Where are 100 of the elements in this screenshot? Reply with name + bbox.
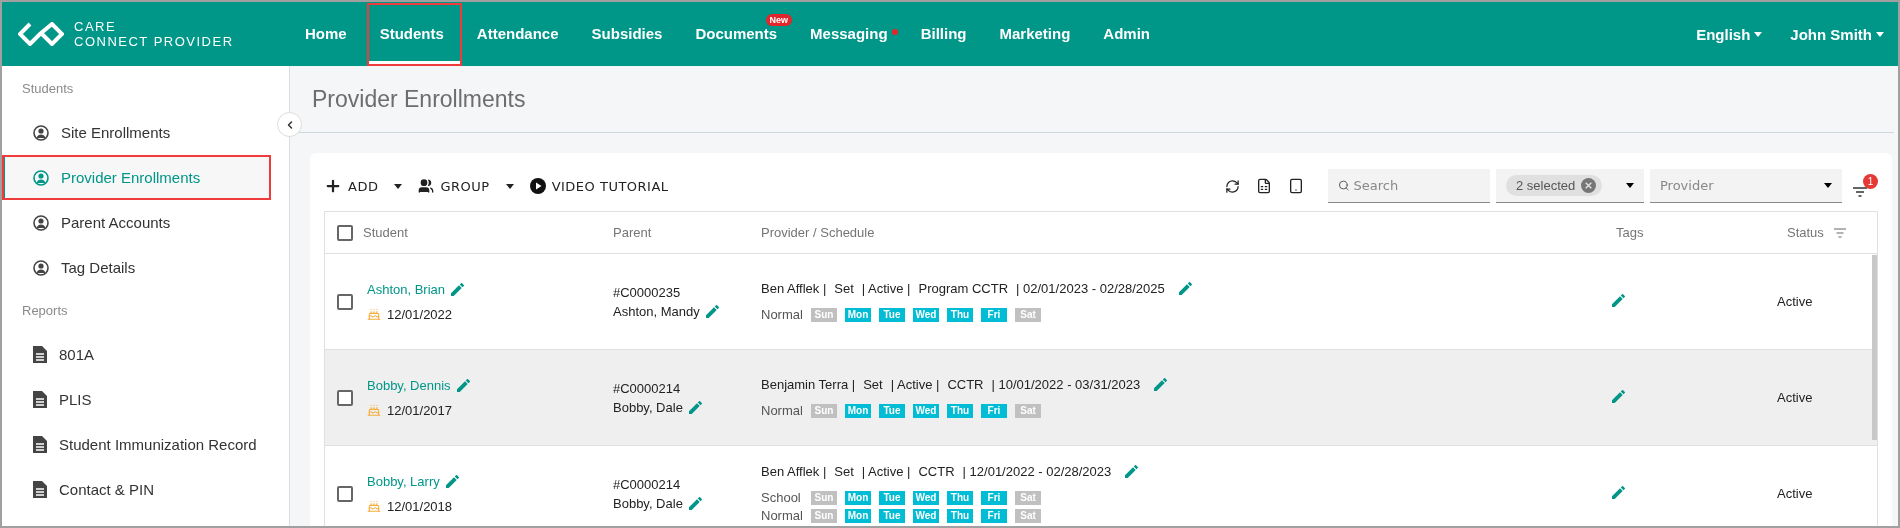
collapse-button[interactable] — [277, 112, 302, 137]
provider-detail: Set — [834, 464, 854, 479]
document-icon — [33, 436, 47, 453]
schedule-label: Normal — [761, 403, 803, 418]
sidebar-item[interactable]: Parent Accounts — [2, 200, 271, 245]
parent-name: Ashton, Mandy — [613, 303, 700, 319]
student-link[interactable]: Bobby, Dennis — [367, 377, 451, 393]
logo-icon — [18, 22, 64, 46]
day-chip: Mon — [845, 508, 871, 523]
edit-icon[interactable] — [1154, 378, 1168, 391]
spreadsheet-icon[interactable] — [1256, 178, 1272, 194]
provider-detail: | 12/01/2022 - 02/28/2023 — [962, 464, 1112, 479]
toolbar-button[interactable]: VIDEO TUTORIAL — [529, 178, 677, 194]
edit-icon[interactable] — [688, 496, 702, 510]
birth-date: 12/01/2022 — [387, 306, 453, 322]
day-chip: Tue — [879, 403, 905, 418]
day-chip: Mon — [845, 490, 871, 505]
parent-id: #C0000214 — [613, 380, 682, 396]
nav-tab[interactable]: New Documents — [684, 5, 794, 64]
provider-detail: | Active | — [890, 377, 940, 392]
student-link[interactable]: Bobby, Larry — [367, 473, 440, 489]
checkbox[interactable] — [337, 224, 353, 241]
parent-id: #C0000214 — [613, 476, 682, 492]
day-chip: Sat — [1015, 307, 1041, 322]
tablet-icon[interactable] — [1288, 178, 1304, 194]
person-icon — [33, 259, 49, 276]
document-icon — [33, 391, 47, 408]
day-chip: Thu — [947, 403, 973, 418]
edit-icon[interactable] — [445, 474, 459, 488]
sidebar-item[interactable]: PLIS — [2, 377, 271, 422]
edit-icon[interactable] — [705, 304, 719, 318]
day-chip: Fri — [981, 307, 1007, 322]
sidebar-item[interactable]: Tag Details — [2, 245, 271, 290]
edit-icon[interactable] — [451, 282, 465, 296]
dropdown-menu[interactable]: John Smith — [1790, 25, 1884, 43]
provider-field[interactable]: Provider — [1650, 169, 1842, 203]
provider-detail: CCTR — [918, 464, 955, 479]
nav-tab[interactable]: Attendance — [465, 5, 575, 64]
filter-button[interactable]: 1 — [1852, 174, 1878, 198]
parent-name: Bobby, Dale — [613, 495, 683, 511]
day-chip: Wed — [913, 490, 939, 505]
sidebar-item[interactable]: 801A — [2, 332, 271, 377]
column-header: Parent — [613, 225, 652, 240]
toolbar-button[interactable]: ADD — [324, 177, 411, 195]
filter-icon[interactable] — [1852, 186, 1868, 198]
document-icon — [33, 481, 47, 498]
sidebar-item[interactable]: Site Enrollments — [2, 110, 271, 155]
nav-tab[interactable]: Home — [294, 5, 363, 64]
checkbox[interactable] — [337, 485, 353, 502]
section-heading: Reports — [21, 301, 69, 320]
provider-input[interactable]: Provider — [1660, 169, 1820, 202]
nav-tab[interactable]: Marketing — [988, 5, 1087, 64]
parent-name: Bobby, Dale — [613, 399, 683, 415]
toolbar-button[interactable]: GROUP — [418, 178, 522, 194]
day-chip: Thu — [947, 307, 973, 322]
status-text: Active — [1777, 390, 1814, 405]
day-chip: Fri — [981, 490, 1007, 505]
nav-tab[interactable]: Subsidies — [580, 5, 679, 64]
sidebar-item[interactable]: Student Immunization Record — [2, 422, 271, 467]
dropdown-menu[interactable]: English — [1696, 25, 1763, 43]
section-heading: Students — [21, 79, 75, 98]
cake-icon — [367, 307, 381, 321]
nav-tab[interactable]: Students — [368, 5, 460, 64]
refresh-icon[interactable] — [1225, 178, 1240, 194]
provider-detail: Benjamin Terra | — [761, 377, 856, 392]
day-chip: Tue — [879, 508, 905, 523]
sidebar-item[interactable]: Contact & PIN — [2, 467, 271, 512]
nav-tab[interactable]: Billing — [909, 5, 983, 64]
day-chip: Thu — [947, 490, 973, 505]
provider-detail: CCTR — [947, 377, 984, 392]
schedule-label: Normal — [761, 508, 803, 523]
search-input[interactable]: Search — [1353, 169, 1480, 202]
edit-icon[interactable] — [1125, 465, 1139, 478]
nav-tab[interactable]: Admin — [1092, 5, 1166, 64]
birth-date: 12/01/2017 — [387, 402, 453, 418]
cake-icon — [367, 403, 381, 417]
day-chip: Fri — [981, 403, 1007, 418]
edit-icon[interactable] — [1178, 282, 1192, 295]
student-link[interactable]: Ashton, Brian — [367, 281, 446, 297]
nav-tab[interactable]: Messaging — [799, 5, 904, 64]
column-header: Tags — [1616, 225, 1644, 240]
day-chip: Sun — [811, 307, 837, 322]
person-icon — [33, 214, 49, 231]
day-chip: Sun — [811, 403, 837, 418]
edit-icon[interactable] — [1612, 389, 1625, 403]
edit-icon[interactable] — [1612, 293, 1625, 307]
sidebar-item[interactable]: Provider Enrollments — [2, 155, 271, 200]
edit-icon[interactable] — [456, 378, 470, 392]
edit-icon[interactable] — [688, 400, 702, 414]
checkbox[interactable] — [337, 293, 353, 310]
column-header: Student — [363, 225, 408, 240]
edit-icon[interactable] — [1612, 485, 1625, 499]
clear-icon[interactable] — [1581, 178, 1597, 193]
search-field[interactable]: Search — [1328, 169, 1490, 203]
select-field[interactable]: 2 selected — [1496, 169, 1644, 203]
provider-detail: | Active | — [861, 281, 911, 296]
day-chip: Sat — [1015, 490, 1041, 505]
checkbox[interactable] — [337, 389, 353, 406]
day-chip: Fri — [981, 508, 1007, 523]
search-icon — [1338, 179, 1350, 192]
